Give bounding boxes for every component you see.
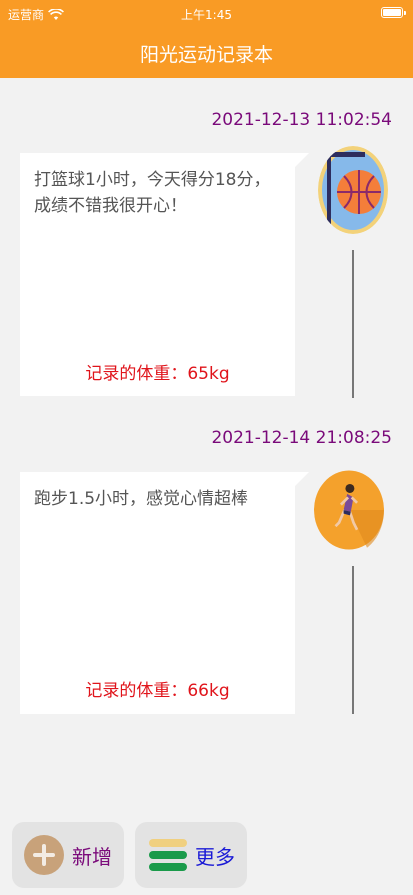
runner-icon [314,470,384,550]
timeline-connector [352,566,354,714]
more-button[interactable]: 更多 [135,822,247,888]
plus-icon [24,835,64,875]
entry-weight: 记录的体重：66kg [85,681,230,701]
entry-weight: 记录的体重：65kg [85,364,230,384]
entry-text: 跑步1.5小时，感觉心情超棒 [34,489,249,509]
basketball-hoop-icon [318,146,388,234]
entry-card[interactable]: 跑步1.5小时，感觉心情超棒 记录的体重：66kg [20,472,309,714]
add-button[interactable]: 新增 [12,822,124,888]
entry-text: 打篮球1小时，今天得分18分，成绩不错我很开心！ [34,170,271,216]
timeline-connector [352,250,354,398]
entry-card[interactable]: 打篮球1小时，今天得分18分，成绩不错我很开心！ 记录的体重：65kg [20,153,309,396]
list-icon [149,839,187,871]
entry-timestamp: 2021-12-14 21:08:25 [211,428,392,448]
add-button-label: 新增 [72,844,112,869]
entry-timestamp: 2021-12-13 11:02:54 [211,110,392,130]
status-time: 上午1:45 [181,8,232,22]
page-title: 阳光运动记录本 [139,44,273,66]
nav-header: 运营商 上午1:45 阳光运动记录本 [0,0,413,78]
battery-icon [381,7,406,18]
status-bar: 运营商 上午1:45 [0,0,413,26]
more-button-label: 更多 [195,844,235,869]
